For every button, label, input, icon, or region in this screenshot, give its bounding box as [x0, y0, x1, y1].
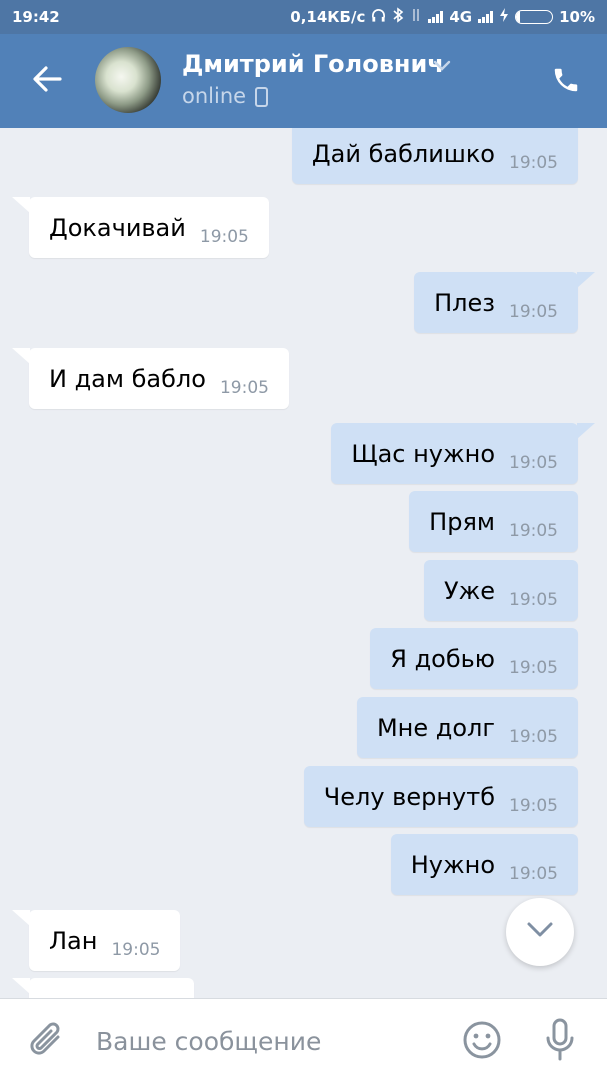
battery-icon — [515, 10, 554, 24]
outgoing-message[interactable]: Дай баблишко 19:05 — [291, 128, 578, 184]
paperclip-icon — [28, 1022, 68, 1065]
status-indicators: 0,14КБ/с 4G 10% — [290, 7, 595, 27]
incoming-message[interactable]: И дам бабло 19:05 — [12, 348, 289, 409]
outgoing-message[interactable]: Щас нужно 19:05 — [331, 423, 595, 484]
net-speed: 0,14КБ/с — [290, 8, 366, 26]
charging-icon — [499, 7, 509, 27]
bubble-tail — [577, 272, 595, 288]
message-input[interactable] — [96, 1023, 436, 1059]
outgoing-message[interactable]: Прям 19:05 — [409, 491, 578, 552]
message-time: 19:05 — [509, 863, 558, 884]
message-composer — [0, 998, 607, 1080]
attach-button[interactable] — [28, 1019, 68, 1061]
back-button[interactable] — [26, 62, 68, 100]
message-list[interactable]: Дай баблишко 19:05 Докачивай 19:05 Плез 19:05… — [0, 128, 607, 998]
outgoing-message[interactable]: Мне долг 19:05 — [356, 697, 578, 758]
contact-name[interactable]: Дмитрий Головнич — [182, 50, 444, 78]
battery-fill — [516, 11, 520, 23]
message-time: 19:05 — [509, 795, 558, 816]
bubble-tail — [12, 197, 30, 213]
mobile-device-icon — [255, 87, 268, 107]
outgoing-message[interactable]: Челу вернутб 19:05 — [303, 766, 578, 827]
phone-icon — [551, 65, 581, 99]
emoji-icon — [462, 1021, 502, 1064]
message-text: Челу вернутб — [323, 782, 495, 811]
message-time: 19:05 — [509, 589, 558, 610]
signal-icon-2 — [478, 11, 494, 23]
status-bar: 19:42 0,14КБ/с 4G 10% — [0, 0, 607, 34]
outgoing-message[interactable]: Я добью 19:05 — [370, 628, 578, 689]
message-time: 19:05 — [111, 939, 161, 960]
back-arrow-icon — [32, 66, 62, 96]
message-time: 19:05 — [509, 301, 558, 322]
bubble-tail — [12, 978, 30, 994]
message-text: Прям — [429, 507, 495, 536]
outgoing-message[interactable]: Нужно 19:05 — [390, 834, 578, 895]
chat-header: Дмитрий Головнич online — [0, 34, 607, 128]
message-text: Уже — [443, 576, 495, 605]
message-text: Плез — [434, 288, 495, 317]
bluetooth-icon — [392, 7, 404, 27]
incoming-message[interactable] — [12, 978, 194, 998]
incoming-message[interactable]: Докачивай 19:05 — [12, 197, 269, 258]
chevron-down-icon — [526, 921, 554, 943]
contact-avatar[interactable] — [95, 47, 161, 113]
message-time: 19:05 — [219, 377, 269, 398]
message-text: Дай баблишко — [311, 139, 495, 168]
scroll-down-button[interactable] — [506, 898, 574, 966]
message-text: Нужно — [410, 850, 495, 879]
chevron-down-icon[interactable] — [433, 57, 451, 76]
network-type: 4G — [449, 8, 473, 26]
bubble-tail — [12, 910, 30, 926]
microphone-button[interactable] — [540, 1017, 580, 1063]
emoji-button[interactable] — [462, 1020, 502, 1060]
message-time: 19:05 — [509, 657, 558, 678]
outgoing-message[interactable]: Плез 19:05 — [414, 272, 595, 333]
contact-status: online — [182, 84, 247, 108]
message-text: Я добью — [390, 644, 495, 673]
bubble-tail — [577, 423, 595, 439]
status-time: 19:42 — [12, 8, 60, 26]
message-text: Лан — [49, 926, 98, 955]
message-text: И дам бабло — [49, 364, 206, 393]
message-text: Мне долг — [376, 713, 495, 742]
microphone-icon — [540, 1018, 580, 1067]
message-text: Щас нужно — [351, 439, 495, 468]
data-arrows-icon — [410, 7, 422, 27]
message-time: 19:05 — [509, 152, 558, 173]
message-text: Докачивай — [49, 213, 186, 242]
signal-icon — [428, 11, 444, 23]
message-time: 19:05 — [509, 726, 558, 747]
message-time: 19:05 — [509, 520, 558, 541]
headphones-icon — [371, 8, 386, 27]
bubble-tail — [12, 348, 30, 364]
call-button[interactable] — [548, 64, 584, 100]
outgoing-message[interactable]: Уже 19:05 — [423, 560, 578, 621]
message-time: 19:05 — [199, 226, 249, 247]
battery-percent: 10% — [559, 8, 595, 26]
incoming-message[interactable]: Лан 19:05 — [12, 910, 181, 971]
message-time: 19:05 — [509, 452, 558, 473]
